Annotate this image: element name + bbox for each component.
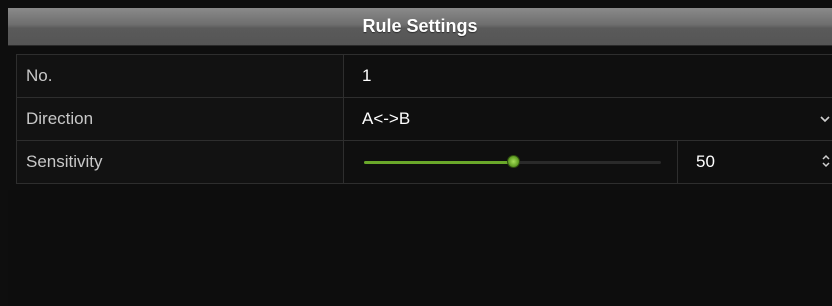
rule-settings-table: No. 1 Direction A<->B Sensitivity 50 — [16, 54, 832, 184]
slider-handle[interactable] — [506, 155, 520, 168]
direction-value: A<->B — [362, 109, 411, 128]
sensitivity-slider[interactable] — [344, 141, 678, 183]
dialog-title-bar: Rule Settings — [8, 8, 832, 46]
row-direction: Direction A<->B — [17, 98, 832, 141]
spinner-arrows-icon[interactable] — [821, 153, 831, 169]
row-number: No. 1 — [17, 55, 832, 98]
slider-fill — [364, 161, 513, 164]
direction-label: Direction — [17, 98, 344, 140]
dialog-title: Rule Settings — [362, 16, 478, 36]
number-value: 1 — [344, 55, 832, 97]
empty-content-area — [8, 190, 832, 306]
sensitivity-label: Sensitivity — [17, 141, 344, 183]
chevron-down-icon[interactable] — [819, 110, 831, 126]
rule-settings-dialog: Rule Settings No. 1 Direction A<->B Sens… — [0, 0, 832, 306]
direction-dropdown[interactable]: A<->B — [344, 98, 832, 140]
sensitivity-value: 50 — [696, 152, 715, 171]
sensitivity-spinbox[interactable]: 50 — [678, 141, 832, 183]
row-sensitivity: Sensitivity 50 — [17, 141, 832, 183]
number-label: No. — [17, 55, 344, 97]
slider-track[interactable] — [364, 155, 661, 168]
